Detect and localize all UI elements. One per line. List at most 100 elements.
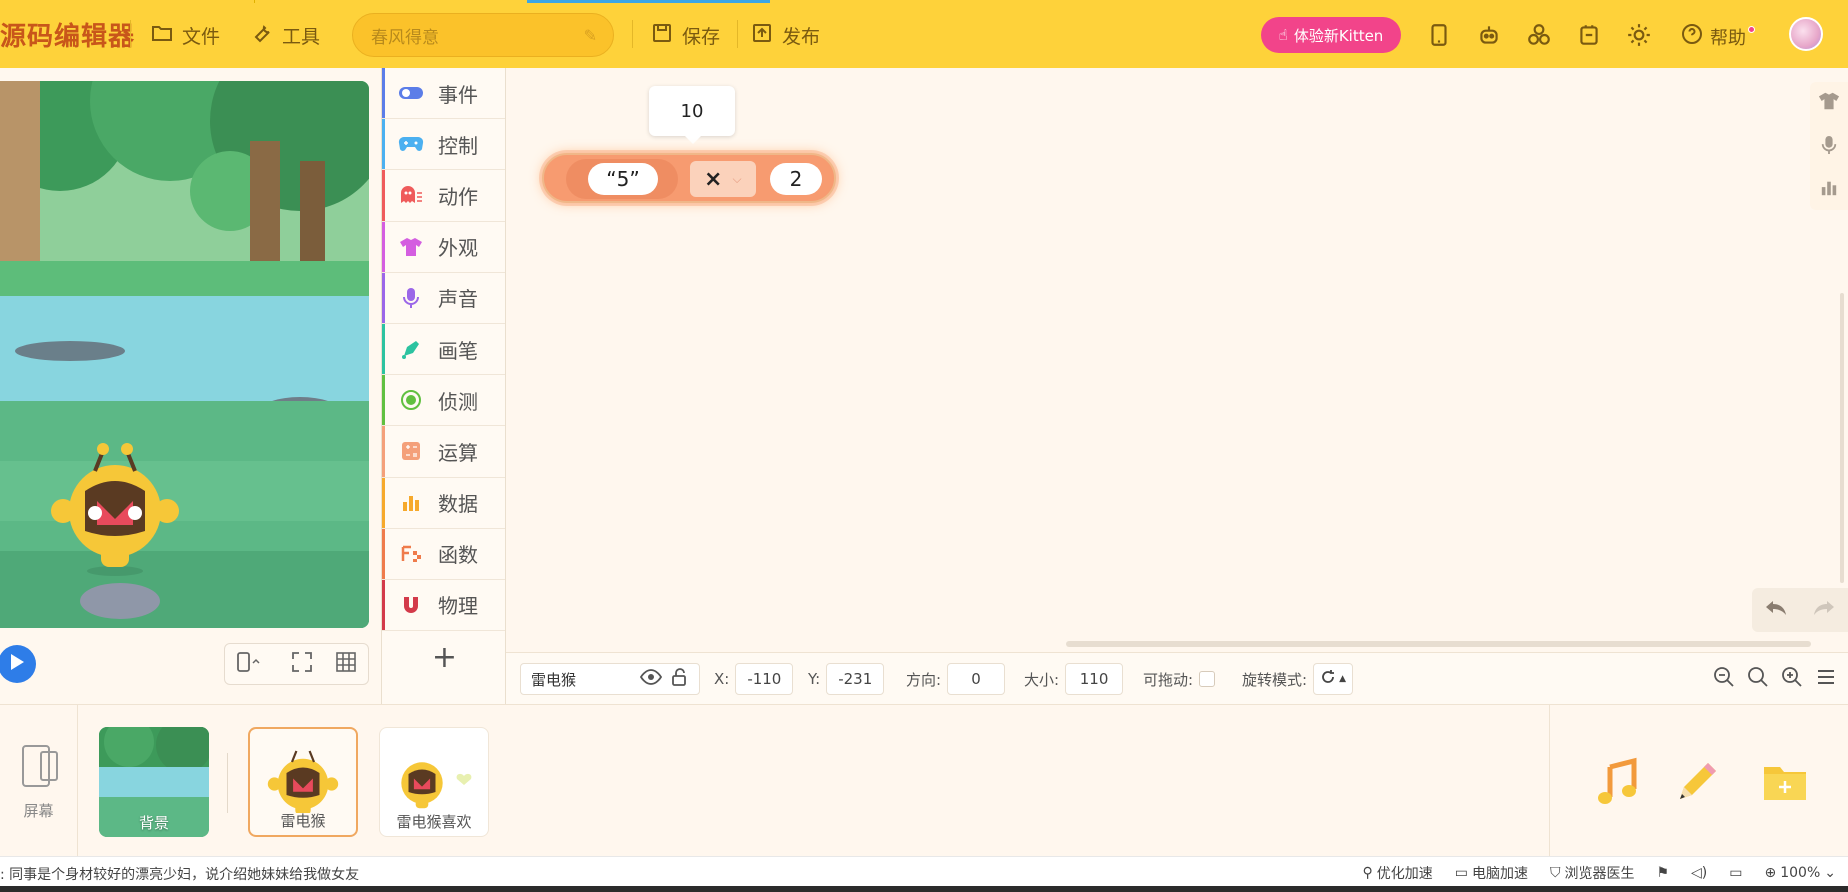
category-sensing[interactable]: 侦测	[382, 375, 505, 427]
zoom-out-icon[interactable]	[1712, 665, 1736, 693]
app-logo: 源码编辑器	[0, 22, 136, 52]
extensions-icon[interactable]	[1526, 22, 1552, 48]
settings-gear-icon[interactable]	[1626, 22, 1652, 48]
window-icon[interactable]: ▭	[1729, 865, 1742, 881]
category-control[interactable]: 控制	[382, 119, 505, 171]
browser-doctor-item[interactable]: ⛉ 浏览器医生	[1550, 863, 1635, 883]
visibility-eye-icon[interactable]	[639, 669, 663, 689]
try-kitten-button[interactable]: ☝ 体验新Kitten	[1261, 17, 1401, 53]
robot-icon[interactable]	[1476, 22, 1502, 48]
y-input[interactable]: -231	[826, 663, 885, 695]
sprite-property-bar: 雷电猴 X: -110 Y: -231 方向: 0 大小: 110 可拖动: 旋…	[506, 652, 1848, 704]
undo-icon[interactable]	[1764, 599, 1788, 621]
save-button[interactable]: 保存	[650, 20, 720, 50]
number-input[interactable]: 2	[770, 163, 822, 195]
operator-dropdown[interactable]: × ⌵	[690, 161, 756, 197]
publish-button[interactable]: 发布	[750, 20, 820, 50]
draggable-checkbox[interactable]	[1199, 671, 1216, 687]
category-label: 物理	[438, 594, 478, 619]
tools-menu-label: 工具	[282, 25, 321, 48]
category-looks[interactable]: 外观	[382, 221, 505, 273]
toolbar-divider	[737, 20, 738, 48]
category-label: 外观	[438, 236, 478, 261]
string-input[interactable]: “5”	[588, 163, 658, 195]
category-data[interactable]: 数据	[382, 477, 505, 529]
run-button[interactable]	[0, 645, 36, 683]
multiply-operator-block[interactable]: “5” × ⌵ 2	[542, 153, 836, 203]
zoom-in-icon[interactable]	[1780, 665, 1804, 693]
category-color-bar	[382, 323, 385, 375]
direction-input[interactable]: 0	[947, 663, 1006, 695]
horizontal-scrollbar[interactable]	[1066, 641, 1811, 647]
shield-icon: ⛉	[1549, 865, 1561, 881]
cloud-storage-icon[interactable]	[1576, 22, 1602, 48]
optimize-speed-item[interactable]: ⚲ 优化加速	[1362, 863, 1432, 883]
category-operators[interactable]: 运算	[382, 426, 505, 478]
toolbar-divider	[632, 20, 633, 48]
block-result-tooltip: 10	[649, 86, 735, 144]
category-color-bar	[382, 426, 385, 477]
fullscreen-button[interactable]	[282, 646, 322, 682]
taskbar-edge	[0, 886, 1848, 892]
add-extension-button[interactable]: +	[382, 634, 507, 680]
rotation-mode-dropdown[interactable]: ▲	[1313, 663, 1354, 695]
vertical-scrollbar[interactable]	[1840, 293, 1844, 583]
news-ticker-text[interactable]: : 同事是个身材较好的漂亮少妇，说介绍她妹妹给我做女友	[0, 864, 359, 884]
category-sound[interactable]: 声音	[382, 272, 505, 324]
category-color-bar	[382, 272, 385, 323]
zoom-level-item[interactable]: ⊕ 100% ⌄	[1765, 865, 1837, 881]
help-button[interactable]: 帮助	[1680, 22, 1755, 51]
pc-speed-item[interactable]: ▭ 电脑加速	[1455, 863, 1528, 883]
background-thumbnail[interactable]: 背景	[99, 727, 209, 837]
volume-icon[interactable]: ◁)	[1691, 865, 1707, 881]
sound-microphone-icon[interactable]	[1820, 134, 1838, 160]
x-input[interactable]: -110	[735, 663, 794, 695]
device-size-button[interactable]	[228, 646, 268, 682]
zoom-magnifier-icon: ⊕	[1764, 865, 1777, 881]
size-input[interactable]: 110	[1065, 663, 1124, 695]
sprite-name-value: 雷电猴	[531, 670, 577, 689]
category-physics[interactable]: 物理	[382, 579, 505, 632]
stage-canvas[interactable]	[0, 81, 369, 628]
direction-label: 方向:	[906, 670, 942, 689]
caret-up-icon: ▲	[1339, 674, 1347, 684]
toolbar-divider	[130, 20, 131, 48]
number-value: 2	[789, 167, 803, 191]
redo-icon[interactable]	[1812, 599, 1836, 621]
size-value: 110	[1079, 670, 1109, 688]
save-icon	[650, 21, 674, 50]
flag-icon[interactable]: ⚑	[1656, 865, 1669, 881]
category-pen[interactable]: 画笔	[382, 323, 505, 376]
browser-doctor-label: 浏览器医生	[1564, 866, 1635, 882]
category-color-bar	[382, 221, 385, 272]
category-motion[interactable]: 动作	[382, 170, 505, 222]
publish-label: 发布	[782, 25, 821, 48]
category-functions[interactable]: 函数	[382, 528, 505, 580]
zoom-reset-icon[interactable]	[1746, 665, 1770, 693]
add-folder-icon[interactable]	[1760, 757, 1810, 807]
project-name-input[interactable]: 春风得意 ✎	[352, 13, 614, 57]
rotation-label: 旋转模式:	[1242, 670, 1308, 689]
menu-icon[interactable]	[1814, 665, 1838, 693]
draggable-field: 可拖动:	[1143, 663, 1216, 695]
sprite-thumbnail[interactable]: 雷电猴喜欢	[379, 727, 489, 837]
code-workspace[interactable]: 10 “5” × ⌵ 2	[506, 68, 1848, 652]
grid-toggle-button[interactable]	[326, 646, 366, 682]
file-menu-button[interactable]: 文件	[150, 20, 220, 50]
sprite-thumbnail-selected[interactable]: 雷电猴	[248, 727, 358, 837]
tools-menu-button[interactable]: 工具	[250, 20, 320, 50]
tablet-icon[interactable]	[1426, 22, 1452, 48]
screen-button[interactable]: 屏幕	[0, 705, 78, 857]
y-label: Y:	[808, 670, 821, 688]
category-events[interactable]: 事件	[382, 68, 505, 120]
bar-chart-icon	[398, 492, 424, 514]
y-position-field: Y: -231	[808, 663, 885, 695]
data-chart-icon[interactable]	[1820, 179, 1838, 201]
user-avatar[interactable]	[1789, 17, 1823, 51]
grid-icon	[335, 651, 357, 677]
paint-pencil-icon[interactable]	[1672, 757, 1722, 807]
costume-tshirt-icon[interactable]	[1818, 91, 1840, 115]
lock-icon[interactable]	[670, 668, 690, 690]
publish-icon	[750, 21, 774, 50]
music-note-icon[interactable]	[1592, 757, 1642, 807]
